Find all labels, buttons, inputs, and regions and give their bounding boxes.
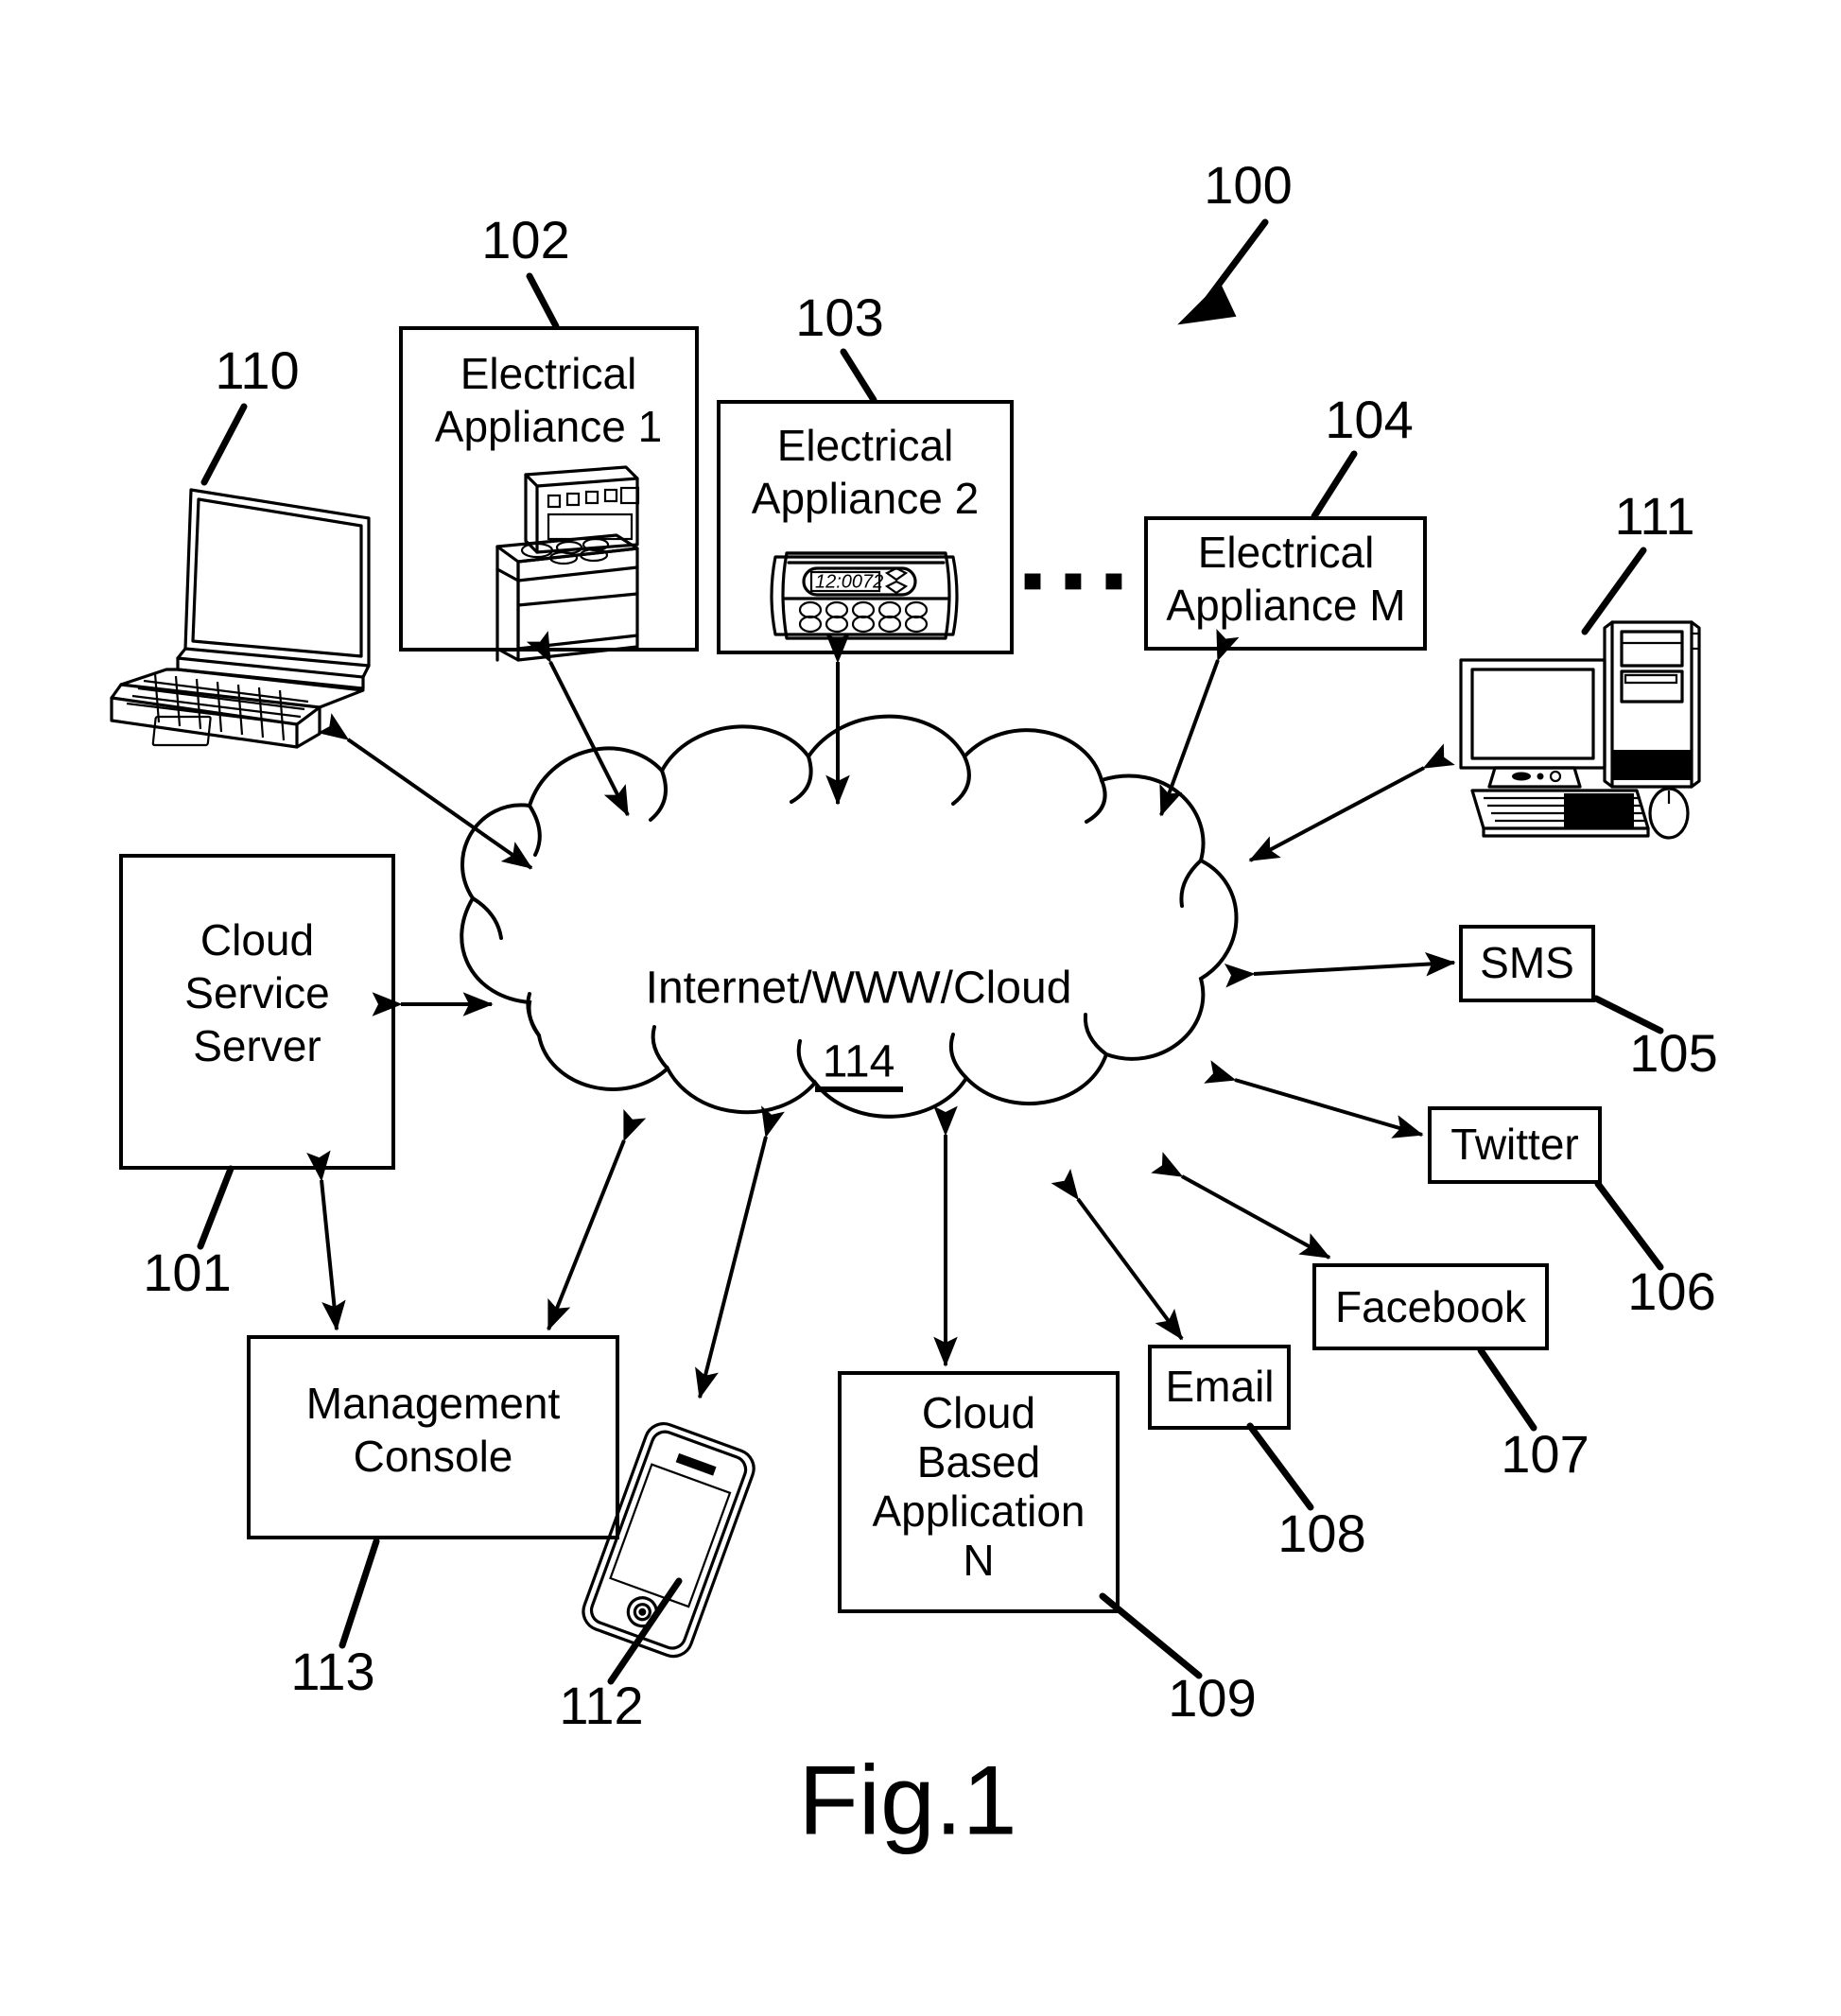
cloudapp-label-line4: N <box>963 1536 994 1585</box>
desktop-computer-icon[interactable] <box>1459 620 1701 840</box>
server-label-line2: Service <box>184 968 329 1017</box>
facebook-label: Facebook <box>1335 1282 1527 1331</box>
ref-112: 112 <box>559 1676 643 1735</box>
ref-113: 113 <box>290 1642 374 1701</box>
applianceM-label-line2: Appliance M <box>1166 581 1405 630</box>
ref-106: 106 <box>1627 1261 1715 1321</box>
laptop-icon[interactable] <box>110 488 371 749</box>
node-facebook[interactable]: Facebook <box>1312 1263 1549 1350</box>
appliance2-label-line1: Electrical <box>777 421 954 470</box>
cloudapp-label-line3: Application <box>872 1486 1085 1536</box>
node-cloud-based-application[interactable]: Cloud Based Application N <box>838 1371 1120 1613</box>
thermostat-icon: 12:00 72 <box>770 551 959 640</box>
node-electrical-appliance-m[interactable]: Electrical Appliance M <box>1144 516 1427 651</box>
node-electrical-appliance-2[interactable]: Electrical Appliance 2 12:00 72 <box>717 400 1014 654</box>
ref-111: 111 <box>1614 486 1694 546</box>
ref-103: 103 <box>795 287 883 347</box>
ref-104: 104 <box>1325 390 1413 449</box>
server-label-line3: Server <box>193 1021 321 1070</box>
cloudapp-label-line2: Based <box>917 1437 1040 1486</box>
server-label-line1: Cloud <box>200 915 314 965</box>
ref-109: 109 <box>1168 1668 1256 1728</box>
node-cloud-service-server[interactable]: Cloud Service Server <box>119 854 395 1170</box>
thermostat-temperature: 72 <box>862 571 883 592</box>
node-management-console[interactable]: Management Console <box>247 1335 619 1539</box>
node-twitter[interactable]: Twitter <box>1428 1106 1602 1184</box>
patent-figure-1: Internet/WWW/Cloud 114 Electrical Applia… <box>0 0 1841 2016</box>
email-label: Email <box>1165 1362 1274 1411</box>
ref-102: 102 <box>481 210 569 269</box>
smartphone-icon[interactable] <box>578 1418 758 1661</box>
cloud-ref: 114 <box>823 1037 895 1087</box>
thermostat-time: 12:00 <box>815 571 862 592</box>
sms-label: SMS <box>1480 938 1574 987</box>
appliance1-label-line1: Electrical <box>460 349 637 398</box>
appliance1-label-line2: Appliance 1 <box>435 402 662 451</box>
stove-icon <box>495 465 640 662</box>
ref-100: 100 <box>1204 155 1292 215</box>
twitter-label: Twitter <box>1450 1120 1578 1169</box>
cloud-label: Internet/WWW/Cloud <box>646 964 1072 1014</box>
ref-108: 108 <box>1277 1503 1365 1563</box>
applianceM-label-line1: Electrical <box>1198 528 1375 577</box>
ref-105: 105 <box>1629 1023 1717 1083</box>
ref-101: 101 <box>143 1243 231 1302</box>
internet-cloud: Internet/WWW/Cloud 114 <box>460 714 1239 1119</box>
figure-caption: Fig.1 <box>798 1746 1016 1855</box>
node-electrical-appliance-1[interactable]: Electrical Appliance 1 <box>399 326 699 662</box>
ref-110: 110 <box>215 340 299 400</box>
console-label-line2: Console <box>354 1432 513 1481</box>
ref-107: 107 <box>1501 1424 1589 1484</box>
cloudapp-label-line1: Cloud <box>922 1388 1035 1437</box>
node-sms[interactable]: SMS <box>1459 925 1595 1002</box>
node-email[interactable]: Email <box>1148 1345 1291 1430</box>
ellipsis-more-appliances: ▪ ▪ ▪ <box>1021 544 1125 616</box>
appliance2-label-line2: Appliance 2 <box>752 474 979 523</box>
console-label-line1: Management <box>306 1379 561 1428</box>
network-architecture-diagram: Internet/WWW/Cloud 114 Electrical Applia… <box>110 155 1718 1855</box>
